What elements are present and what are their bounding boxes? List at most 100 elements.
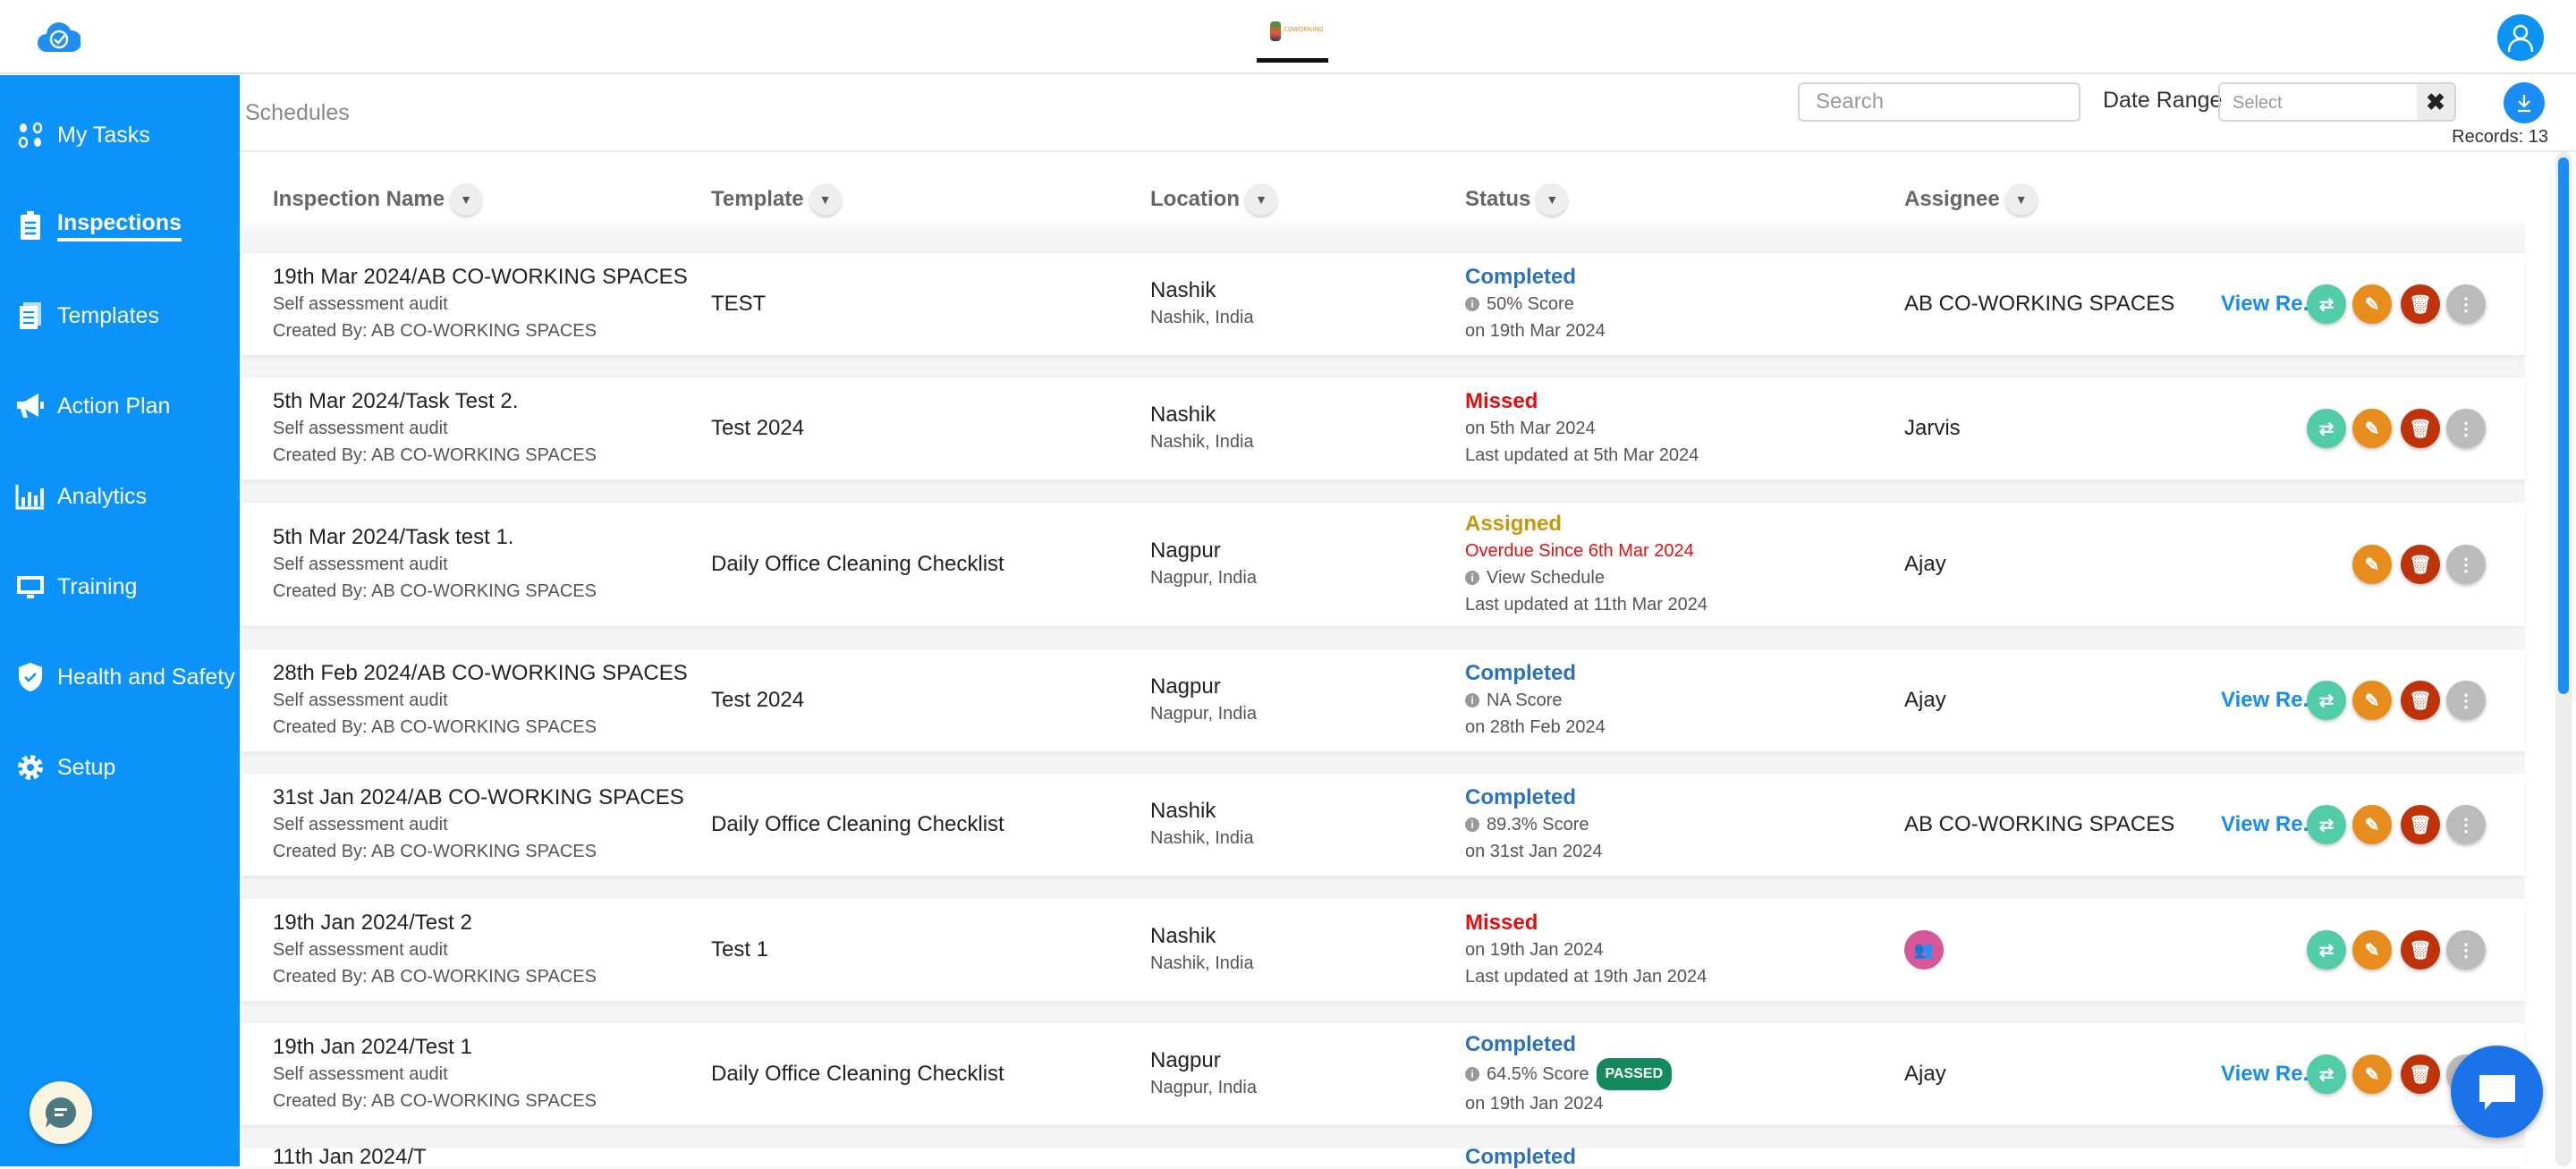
inspection-name[interactable]: 31st Jan 2024/AB CO-WORKING SPACES: [273, 784, 684, 811]
template-name: Test 2024: [711, 416, 805, 440]
table-row[interactable]: 5th Mar 2024/Task Test 2. Self assessment…: [240, 377, 2525, 479]
inspection-name[interactable]: 11th Jan 2024/T: [273, 1147, 427, 1168]
sidebar-item-health-and-safety[interactable]: Health and Safety: [0, 650, 240, 704]
inspection-type: Self assessment audit: [273, 815, 448, 834]
delete-button[interactable]: 🗑: [2401, 805, 2440, 844]
sort-dropdown-icon[interactable]: ▼: [2004, 183, 2038, 216]
sort-dropdown-icon[interactable]: ▼: [809, 183, 842, 216]
view-report-link[interactable]: View Re...: [2221, 812, 2321, 837]
edit-button[interactable]: ✎: [2352, 681, 2392, 720]
table-row[interactable]: 31st Jan 2024/AB CO-WORKING SPACES Self a…: [240, 774, 2525, 876]
column-header-assignee[interactable]: Assignee ▼: [1904, 183, 2038, 216]
reassign-button[interactable]: ⇄: [2307, 805, 2346, 844]
edit-button[interactable]: ✎: [2352, 1055, 2392, 1094]
template-cell: Test 2024: [711, 377, 804, 479]
status-detail: on 5th Mar 2024: [1465, 415, 1699, 442]
sidebar-item-templates[interactable]: Templates: [0, 289, 240, 343]
reassign-button[interactable]: ⇄: [2307, 930, 2346, 970]
delete-button[interactable]: 🗑: [2401, 1055, 2440, 1094]
breadcrumb[interactable]: Schedules: [245, 100, 350, 126]
status-detail-text: on 28th Feb 2024: [1465, 717, 1606, 737]
more-options-button[interactable]: ⋮: [2446, 284, 2486, 324]
template-cell: Daily Office Cleaning Checklist: [711, 774, 1004, 876]
delete-button[interactable]: 🗑: [2401, 681, 2440, 720]
more-icon: ⋮: [2457, 294, 2475, 315]
date-range-placeholder[interactable]: Select: [2220, 84, 2417, 120]
inspection-name[interactable]: 19th Jan 2024/Test 1: [273, 1034, 597, 1061]
chat-icon[interactable]: [30, 1081, 92, 1144]
table-row[interactable]: 11th Jan 2024/T Completed: [240, 1147, 2525, 1168]
delete-button[interactable]: 🗑: [2401, 284, 2440, 324]
inspection-name[interactable]: 5th Mar 2024/Task Test 2.: [273, 388, 597, 415]
sidebar-item-my-tasks[interactable]: My Tasks: [0, 108, 240, 162]
table-row[interactable]: 19th Jan 2024/Test 2 Self assessment audi…: [240, 899, 2525, 1001]
inspection-name[interactable]: 19th Jan 2024/Test 2: [273, 910, 597, 936]
sidebar-item-action-plan[interactable]: Action Plan: [0, 379, 240, 433]
status-label: Missed: [1465, 911, 1538, 935]
sort-dropdown-icon[interactable]: ▼: [1536, 183, 1569, 216]
status-cell: Missed on 19th Jan 2024 Last updated at 19…: [1465, 899, 1707, 1001]
assignee-name: Ajay: [1904, 552, 1946, 576]
more-options-button[interactable]: ⋮: [2446, 545, 2486, 584]
scrollbar-thumb[interactable]: [2558, 157, 2569, 694]
view-report-link[interactable]: View Re...: [2221, 292, 2321, 317]
column-header-template[interactable]: Template ▼: [711, 183, 842, 216]
status-detail: i View Schedule: [1465, 564, 1707, 591]
reassign-button[interactable]: ⇄: [2307, 284, 2346, 324]
table-row[interactable]: 19th Jan 2024/Test 1 Self assessment audi…: [240, 1023, 2525, 1125]
scrollbar[interactable]: [2555, 152, 2572, 1166]
status-detail: i 89.3% Score: [1465, 811, 1602, 838]
template-name: Test 2024: [711, 688, 805, 712]
sidebar-item-setup[interactable]: Setup: [0, 741, 240, 794]
chat-fab-button[interactable]: [2451, 1046, 2543, 1138]
status-detail-text: on 19th Jan 2024: [1465, 940, 1604, 960]
created-by: Created By: AB CO-WORKING SPACES: [273, 321, 597, 341]
delete-button[interactable]: 🗑: [2401, 545, 2440, 584]
status-detail: Last updated at 11th Mar 2024: [1465, 591, 1707, 618]
edit-button[interactable]: ✎: [2352, 930, 2392, 970]
search-input[interactable]: [1798, 82, 2080, 122]
more-options-button[interactable]: ⋮: [2446, 409, 2486, 448]
delete-button[interactable]: 🗑: [2401, 409, 2440, 448]
column-header-location[interactable]: Location ▼: [1150, 183, 1277, 216]
sidebar-item-training[interactable]: Training: [0, 560, 240, 614]
sort-dropdown-icon[interactable]: ▼: [450, 183, 483, 216]
view-report-link[interactable]: View Re...: [2221, 688, 2321, 713]
inspection-name[interactable]: 28th Feb 2024/AB CO-WORKING SPACES: [273, 660, 688, 687]
view-report-link[interactable]: View Re...: [2221, 1062, 2321, 1087]
inspection-name[interactable]: 5th Mar 2024/Task test 1.: [273, 524, 597, 551]
sort-dropdown-icon[interactable]: ▼: [1245, 183, 1277, 216]
table-row[interactable]: 19th Mar 2024/AB CO-WORKING SPACES Self a…: [240, 253, 2525, 355]
reassign-button[interactable]: ⇄: [2307, 681, 2346, 720]
status-detail-text: Overdue Since 6th Mar 2024: [1465, 541, 1694, 561]
table-row[interactable]: 28th Feb 2024/AB CO-WORKING SPACES Self a…: [240, 649, 2525, 751]
table-row[interactable]: 5th Mar 2024/Task test 1. Self assessment…: [240, 503, 2525, 626]
location-cell: Nashik Nashik, India: [1150, 377, 1254, 479]
more-options-button[interactable]: ⋮: [2446, 805, 2486, 844]
sidebar-item-inspections[interactable]: Inspections: [0, 199, 240, 252]
sidebar-item-analytics[interactable]: Analytics: [0, 470, 240, 523]
delete-icon: 🗑: [2409, 294, 2432, 315]
download-button[interactable]: [2504, 82, 2545, 123]
edit-button[interactable]: ✎: [2352, 545, 2392, 584]
column-header-status[interactable]: Status ▼: [1465, 183, 1569, 216]
reassign-button[interactable]: ⇄: [2307, 409, 2346, 448]
inspection-type: Self assessment audit: [273, 1064, 448, 1084]
edit-button[interactable]: ✎: [2352, 284, 2392, 324]
more-options-button[interactable]: ⋮: [2446, 930, 2486, 970]
clear-date-icon[interactable]: ✖: [2417, 84, 2454, 120]
inspection-name[interactable]: 19th Mar 2024/AB CO-WORKING SPACES: [273, 264, 688, 291]
delete-button[interactable]: 🗑: [2401, 930, 2440, 970]
user-icon[interactable]: [2497, 14, 2544, 61]
cloud-check-icon[interactable]: [38, 20, 82, 54]
status-detail-text[interactable]: View Schedule: [1487, 564, 1605, 591]
edit-button[interactable]: ✎: [2352, 805, 2392, 844]
date-range-select[interactable]: Select ✖: [2218, 82, 2456, 122]
shield-icon: [14, 661, 47, 693]
edit-button[interactable]: ✎: [2352, 409, 2392, 448]
more-options-button[interactable]: ⋮: [2446, 681, 2486, 720]
edit-icon: ✎: [2364, 555, 2380, 575]
reassign-button[interactable]: ⇄: [2307, 1055, 2346, 1094]
column-header-inspection-name[interactable]: Inspection Name ▼: [273, 183, 483, 216]
group-icon[interactable]: 👥: [1904, 930, 1944, 970]
